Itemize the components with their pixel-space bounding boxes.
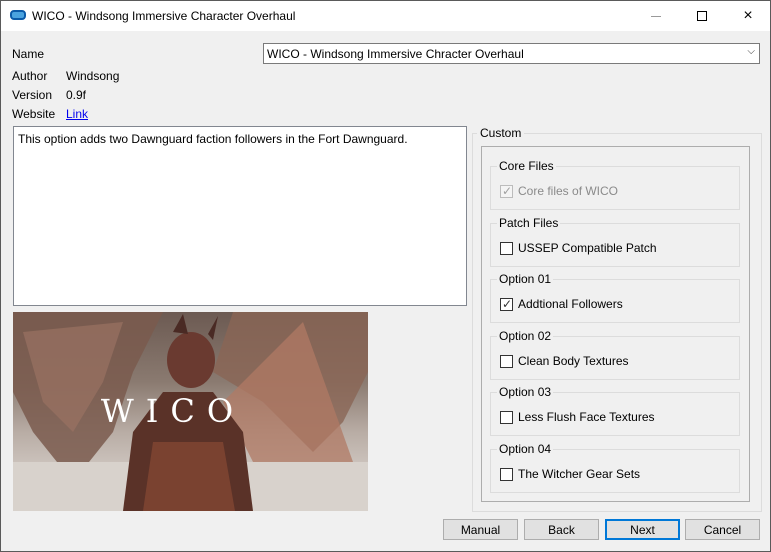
- group-title-option-04: Option 04: [497, 442, 554, 456]
- window-title: WICO - Windsong Immersive Character Over…: [32, 9, 296, 23]
- description-box[interactable]: This option adds two Dawnguard faction f…: [13, 126, 467, 306]
- option-label[interactable]: The Witcher Gear Sets: [518, 467, 640, 481]
- author-value: Windsong: [66, 69, 120, 83]
- maximize-button[interactable]: [679, 1, 725, 31]
- option-witcher-gear[interactable]: The Witcher Gear Sets: [500, 467, 640, 481]
- option-label: Core files of WICO: [518, 184, 619, 198]
- checkbox-ussep-patch[interactable]: [500, 241, 513, 255]
- option-label[interactable]: Addtional Followers: [518, 297, 623, 311]
- description-text: This option adds two Dawnguard faction f…: [18, 132, 408, 146]
- author-label: Author: [12, 69, 48, 83]
- group-title-option-02: Option 02: [497, 329, 554, 343]
- checkbox-additional-followers[interactable]: ✓: [500, 296, 513, 311]
- option-ussep-patch[interactable]: USSEP Compatible Patch: [500, 241, 657, 255]
- maximize-icon: [697, 11, 707, 21]
- custom-group-title: Custom: [477, 126, 525, 140]
- option-label[interactable]: Clean Body Textures: [518, 354, 629, 368]
- preview-image: WICO: [13, 312, 368, 511]
- group-title-patch-files: Patch Files: [497, 216, 561, 230]
- name-label: Name: [12, 47, 45, 61]
- name-select-value: WICO - Windsong Immersive Chracter Overh…: [267, 47, 524, 61]
- name-select[interactable]: WICO - Windsong Immersive Chracter Overh…: [263, 43, 760, 64]
- app-icon: [10, 10, 26, 20]
- version-value: 0.9f: [66, 88, 87, 102]
- preview-art: WICO: [13, 312, 368, 511]
- option-clean-body-textures[interactable]: Clean Body Textures: [500, 354, 629, 368]
- minimize-button[interactable]: [633, 1, 679, 31]
- website-link[interactable]: Link: [66, 107, 88, 121]
- close-button[interactable]: ×: [725, 1, 771, 31]
- manual-button[interactable]: Manual: [443, 519, 518, 540]
- version-label: Version: [12, 88, 53, 102]
- option-less-flush-face[interactable]: Less Flush Face Textures: [500, 410, 655, 424]
- group-title-option-01: Option 01: [497, 272, 554, 286]
- next-button[interactable]: Next: [605, 519, 680, 540]
- chevron-down-icon: ⌵: [747, 46, 755, 57]
- checkbox-core-files: ✓: [500, 183, 513, 198]
- option-core-files: ✓ Core files of WICO: [500, 184, 618, 198]
- checkbox-less-flush-face[interactable]: [500, 410, 513, 424]
- title-bar: WICO - Windsong Immersive Character Over…: [1, 1, 770, 31]
- option-label[interactable]: Less Flush Face Textures: [518, 410, 655, 424]
- back-button[interactable]: Back: [524, 519, 599, 540]
- website-label: Website: [12, 107, 56, 121]
- minimize-icon: [651, 15, 661, 17]
- option-label[interactable]: USSEP Compatible Patch: [518, 241, 657, 255]
- checkmark-icon: ✓: [502, 183, 513, 198]
- checkbox-witcher-gear[interactable]: [500, 467, 513, 481]
- checkbox-clean-body-textures[interactable]: [500, 354, 513, 368]
- group-title-option-03: Option 03: [497, 385, 554, 399]
- installer-window: WICO - Windsong Immersive Character Over…: [0, 0, 771, 552]
- close-icon: ×: [743, 7, 753, 24]
- checkmark-icon: ✓: [502, 296, 513, 311]
- cancel-button[interactable]: Cancel: [685, 519, 760, 540]
- group-title-core-files: Core Files: [497, 159, 556, 173]
- preview-logo: WICO: [101, 392, 245, 430]
- option-additional-followers[interactable]: ✓ Addtional Followers: [500, 297, 623, 311]
